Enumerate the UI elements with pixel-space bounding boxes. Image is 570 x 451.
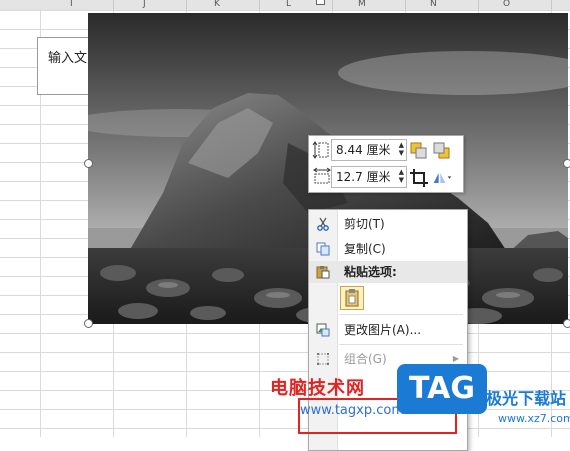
text-box-content: 输入文	[48, 51, 88, 66]
menu-item-paste-options-label: 粘贴选项:	[344, 265, 397, 279]
tag-logo: TAG	[397, 364, 487, 414]
send-backward-icon[interactable]	[432, 141, 452, 161]
menu-item-change-picture[interactable]: 更改图片(A)...	[309, 319, 467, 341]
bring-forward-icon[interactable]	[409, 141, 429, 161]
picture-mini-toolbar: 8.44 厘米 ▲ ▼ 12.7 厘米 ▲ ▼	[308, 135, 464, 193]
column-letter-n[interactable]: N	[430, 0, 437, 9]
shape-width-value: 12.7 厘米	[336, 170, 391, 184]
column-letter-o[interactable]: O	[503, 0, 510, 9]
rotate-flip-icon[interactable]	[432, 168, 452, 188]
column-letter-i[interactable]: I	[70, 0, 73, 9]
column-letter-j[interactable]: J	[143, 0, 146, 9]
column-letter-m[interactable]: M	[358, 0, 366, 9]
menu-separator	[339, 344, 463, 345]
menu-item-group-label: 组合(G)	[344, 352, 387, 366]
site-name: 极光下载站	[486, 389, 567, 408]
group-icon	[317, 353, 329, 365]
menu-item-copy[interactable]: 复制(C)	[309, 238, 467, 260]
menu-item-change-picture-label: 更改图片(A)...	[344, 323, 422, 337]
resize-handle-bottom-right[interactable]	[563, 319, 570, 328]
width-spinner-icon[interactable]: ▲ ▼	[399, 168, 404, 184]
shape-height-value: 8.44 厘米	[336, 143, 391, 157]
shape-width-icon	[313, 167, 331, 184]
paste-option-button[interactable]	[340, 286, 364, 310]
menu-item-cut[interactable]: 剪切(T)	[309, 213, 467, 235]
resize-handle-right[interactable]	[563, 159, 570, 168]
shape-height-icon	[312, 141, 329, 159]
column-letter-k[interactable]: K	[214, 0, 220, 9]
resize-handle-bottom-left[interactable]	[84, 319, 93, 328]
height-spinner-icon[interactable]: ▲ ▼	[399, 141, 404, 157]
scissors-icon	[317, 217, 329, 231]
shape-width-input[interactable]: 12.7 厘米 ▲ ▼	[331, 166, 407, 188]
menu-item-cut-label: 剪切(T)	[344, 217, 385, 231]
change-picture-icon	[316, 323, 330, 337]
watermark-title: 电脑技术网	[270, 378, 365, 399]
paste-clipboard-icon	[345, 289, 359, 307]
menu-item-copy-label: 复制(C)	[344, 242, 386, 256]
resize-handle-left[interactable]	[84, 159, 93, 168]
watermark-url: www.tagxp.com	[300, 403, 404, 418]
menu-separator	[339, 314, 463, 315]
copy-icon	[316, 242, 330, 256]
paste-icon	[316, 266, 330, 279]
shape-height-input[interactable]: 8.44 厘米 ▲ ▼	[331, 139, 407, 161]
resize-handle-top[interactable]	[316, 0, 325, 5]
crop-icon[interactable]	[409, 168, 429, 188]
menu-item-paste-options: 粘贴选项:	[309, 261, 467, 283]
site-url: www.xz7.com	[498, 412, 570, 425]
column-letter-l[interactable]: L	[286, 0, 291, 9]
